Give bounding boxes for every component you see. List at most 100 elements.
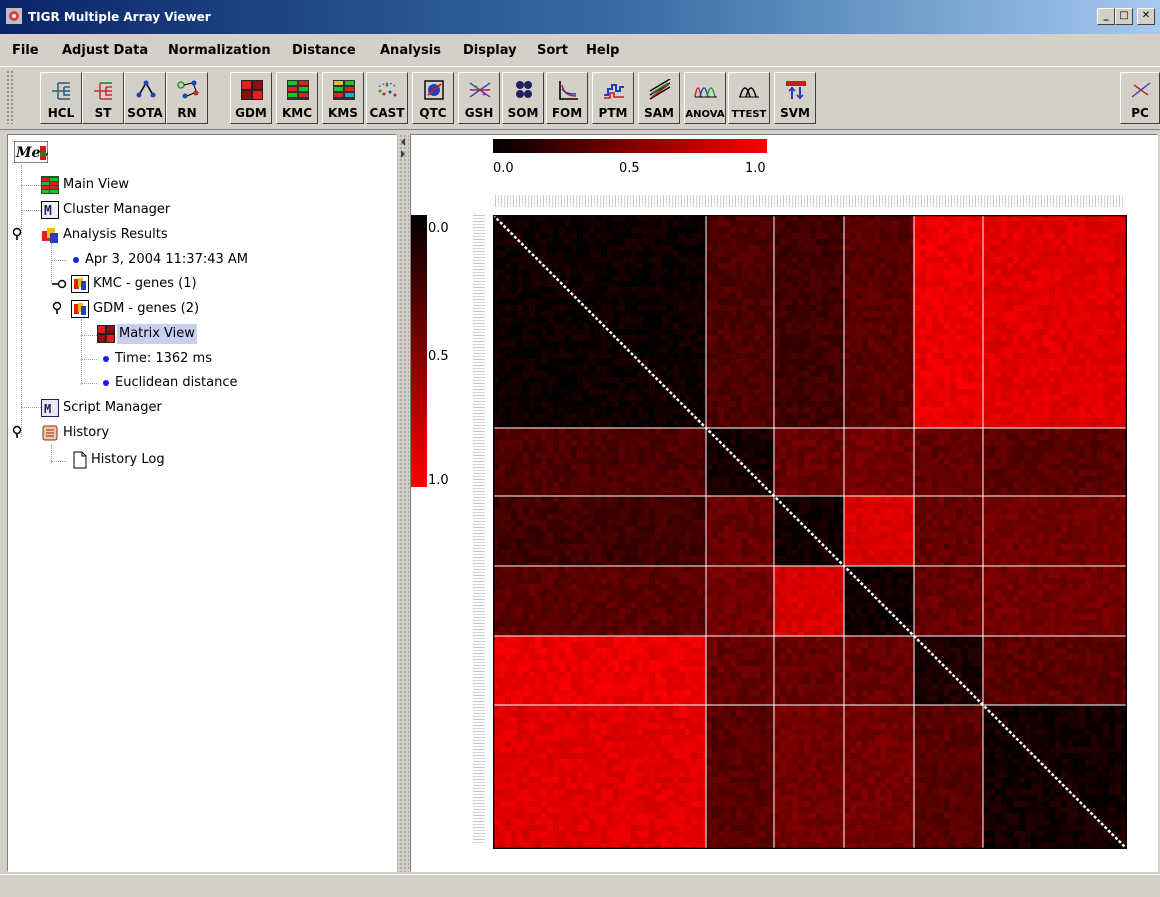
heatmap-cell	[679, 458, 685, 464]
heatmap-cell	[712, 323, 718, 329]
expanded-toggle-icon[interactable]	[52, 301, 64, 315]
heatmap-cell	[1055, 233, 1061, 239]
menu-adjust-data[interactable]: Adjust Data	[62, 43, 148, 58]
heatmap-cell	[920, 287, 926, 293]
heatmap-cell	[995, 251, 1001, 257]
anova-toolbar-button[interactable]: ANOVA	[684, 72, 726, 124]
heatmap-cell	[718, 428, 724, 434]
collapsed-toggle-icon[interactable]	[52, 279, 68, 289]
collapse-arrows-icon[interactable]	[399, 136, 407, 160]
heatmap-cell	[816, 395, 822, 401]
expanded-toggle-icon[interactable]	[12, 425, 24, 439]
heatmap-cell	[730, 464, 736, 470]
toolbar-grip[interactable]	[6, 70, 13, 124]
heatmap-cell	[706, 407, 712, 413]
hcl-toolbar-button[interactable]: HCL	[40, 72, 82, 124]
heatmap-cell	[1061, 311, 1067, 317]
heatmap-cell	[601, 389, 607, 395]
heatmap-cell	[850, 389, 856, 395]
heatmap-cell	[760, 329, 766, 335]
ptm-toolbar-button[interactable]: PTM	[592, 72, 634, 124]
heatmap-cell	[804, 293, 810, 299]
heatmap-cell	[1019, 419, 1025, 425]
heatmap-cell	[553, 281, 559, 287]
st-toolbar-button[interactable]: ST	[82, 72, 124, 124]
heatmap-cell	[607, 395, 613, 401]
heatmap-cell	[577, 281, 583, 287]
menu-analysis[interactable]: Analysis	[380, 43, 441, 58]
menu-sort[interactable]: Sort	[537, 43, 568, 58]
heatmap-cell	[1103, 329, 1109, 335]
heatmap-cell	[874, 407, 880, 413]
gsh-toolbar-button[interactable]: GSH	[458, 72, 500, 124]
expanded-toggle-icon[interactable]	[12, 227, 24, 241]
heatmap-cell	[995, 269, 1001, 275]
title-bar[interactable]: TIGR Multiple Array Viewer _ □ ✕	[0, 0, 1160, 34]
heatmap-cell	[529, 227, 535, 233]
sam-toolbar-button[interactable]: SAM	[638, 72, 680, 124]
heatmap-cell	[968, 305, 974, 311]
heatmap-cell	[968, 428, 974, 434]
heatmap-cell	[1019, 239, 1025, 245]
heatmap-cell	[962, 458, 968, 464]
heatmap-cell	[816, 251, 822, 257]
menu-help[interactable]: Help	[586, 43, 619, 58]
qtc-toolbar-button[interactable]: QTC	[412, 72, 454, 124]
heatmap-cell	[712, 440, 718, 446]
heatmap-cell	[950, 365, 956, 371]
heatmap-cell	[983, 245, 989, 251]
heatmap-cell	[1025, 311, 1031, 317]
heatmap-cell	[685, 293, 691, 299]
heatmap-cell	[631, 464, 637, 470]
heatmap-cell	[1073, 293, 1079, 299]
menu-file[interactable]: File	[12, 43, 39, 58]
heatmap-cell	[1019, 365, 1025, 371]
heatmap-cell	[1073, 269, 1079, 275]
kms-toolbar-button[interactable]: KMS	[322, 72, 364, 124]
ttest-toolbar-button[interactable]: TTEST	[728, 72, 770, 124]
heatmap-cell	[856, 245, 862, 251]
heatmap-cell	[1103, 413, 1109, 419]
heatmap-cell	[691, 311, 697, 317]
heatmap-cell	[914, 365, 920, 371]
menu-display[interactable]: Display	[463, 43, 517, 58]
heatmap-cell	[691, 470, 697, 476]
heatmap-cell	[868, 323, 874, 329]
heatmap-cell	[974, 269, 980, 275]
cast-toolbar-button[interactable]: CAST	[366, 72, 408, 124]
heatmap-cell	[880, 287, 886, 293]
heatmap-cell	[862, 269, 868, 275]
heatmap-cell	[1043, 371, 1049, 377]
gdm-toolbar-button[interactable]: GDM	[230, 72, 272, 124]
menu-normalization[interactable]: Normalization	[168, 43, 271, 58]
heatmap-cell	[1097, 383, 1103, 389]
heatmap-cell	[798, 383, 804, 389]
maximize-button[interactable]: □	[1115, 8, 1133, 25]
heatmap-cell	[607, 221, 613, 227]
heatmap-cell	[565, 413, 571, 419]
heatmap-cell	[577, 458, 583, 464]
som-toolbar-button[interactable]: SOM	[502, 72, 544, 124]
sota-toolbar-button[interactable]: SOTA	[124, 72, 166, 124]
heatmap-cell	[956, 413, 962, 419]
heatmap-cell	[736, 311, 742, 317]
svm-toolbar-button[interactable]: SVM	[774, 72, 816, 124]
fom-toolbar-button[interactable]: FOM	[546, 72, 588, 124]
split-pane-divider[interactable]	[397, 134, 409, 872]
heatmap-cell	[607, 275, 613, 281]
heatmap-cell	[613, 305, 619, 311]
rn-toolbar-button[interactable]: RN	[166, 72, 208, 124]
heatmap-cell	[511, 407, 517, 413]
distance-matrix-heatmap[interactable]	[493, 215, 1127, 849]
heatmap-cell	[904, 335, 910, 341]
minimize-button[interactable]: _	[1097, 8, 1115, 25]
heatmap-cell	[904, 488, 910, 494]
pc-toolbar-button[interactable]: PC	[1120, 72, 1160, 124]
heatmap-cell	[547, 293, 553, 299]
close-button[interactable]: ✕	[1137, 8, 1155, 25]
heatmap-cell	[748, 413, 754, 419]
kmc-toolbar-button[interactable]: KMC	[276, 72, 318, 124]
heatmap-cell	[679, 275, 685, 281]
heatmap-cell	[956, 341, 962, 347]
menu-distance[interactable]: Distance	[292, 43, 356, 58]
